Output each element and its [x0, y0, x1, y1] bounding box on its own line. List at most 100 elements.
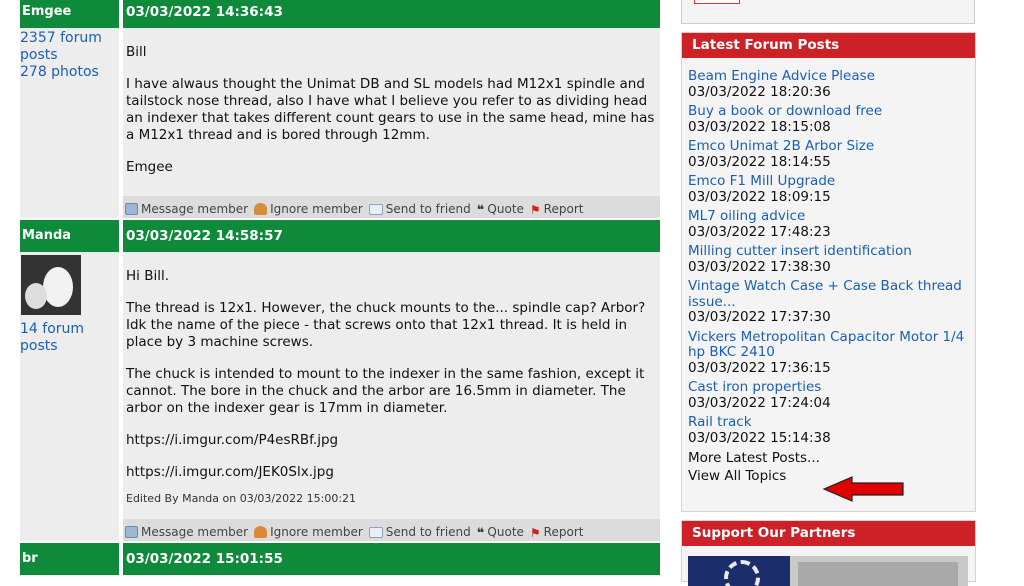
list-item: Emco F1 Mill Upgrade 03/03/2022 18:09:15	[688, 173, 969, 205]
report-label: Report	[543, 202, 584, 216]
latest-post-link[interactable]: ML7 oiling advice	[688, 208, 969, 225]
red-arrow-annotation	[822, 476, 904, 502]
ignore-member-button[interactable]: Ignore member	[254, 525, 363, 539]
partners-title: Support Our Partners	[682, 521, 975, 546]
person-icon	[254, 526, 268, 538]
latest-post-link[interactable]: Vickers Metropolitan Capacitor Motor 1/4…	[688, 329, 969, 361]
post-content: Bill I have alwaus thought the Unimat DB…	[123, 28, 660, 196]
list-item: ML7 oiling advice 03/03/2022 17:48:23	[688, 208, 969, 240]
author-post-count-link[interactable]: 2357 forum posts	[20, 30, 119, 64]
send-to-friend-button[interactable]: Send to friend	[368, 525, 471, 539]
post-actions: Message member Ignore member Send to fri…	[20, 196, 660, 218]
latest-post-link[interactable]: Milling cutter insert identification	[688, 243, 969, 260]
list-item: Rail track 03/03/2022 15:14:38	[688, 414, 969, 446]
latest-posts-title: Latest Forum Posts	[682, 33, 975, 58]
post-body: 14 forum posts Hi Bill. The thread is 12…	[20, 252, 660, 519]
post-paragraph: The chuck is intended to mount to the in…	[126, 366, 645, 416]
post-author[interactable]: Emgee	[20, 0, 119, 28]
latest-post-time: 03/03/2022 17:37:30	[688, 309, 831, 325]
post-date: 03/03/2022 14:36:43	[119, 0, 660, 28]
list-item: Buy a book or download free 03/03/2022 18…	[688, 103, 969, 135]
post-author[interactable]: br	[20, 543, 119, 575]
envelope-icon	[368, 203, 383, 215]
forum-posts: Emgee 03/03/2022 14:36:43 2357 forum pos…	[20, 0, 660, 575]
author-info: 14 forum posts	[20, 252, 119, 519]
latest-post-link[interactable]: Emco F1 Mill Upgrade	[688, 173, 969, 190]
post-date: 03/03/2022 14:58:57	[119, 220, 660, 252]
post-actions: Message member Ignore member Send to fri…	[20, 519, 660, 541]
message-icon	[125, 203, 138, 215]
latest-post-link[interactable]: Vintage Watch Case + Case Back thread is…	[688, 278, 969, 310]
post-link[interactable]: https://i.imgur.com/P4esRBf.jpg	[126, 432, 656, 449]
report-label: Report	[543, 525, 584, 539]
latest-post-link[interactable]: Emco Unimat 2B Arbor Size	[688, 138, 969, 155]
post-paragraph: Hi Bill.	[126, 268, 169, 284]
person-icon	[254, 203, 268, 215]
latest-post-time: 03/03/2022 18:20:36	[688, 83, 831, 100]
quote-icon: ❝	[476, 526, 485, 541]
partners-panel: Support Our Partners	[681, 520, 976, 586]
post-content: Hi Bill. The thread is 12x1. However, th…	[123, 252, 660, 519]
list-item: Vickers Metropolitan Capacitor Motor 1/4…	[688, 329, 969, 377]
latest-post-time: 03/03/2022 17:24:04	[688, 394, 831, 411]
latest-post-time: 03/03/2022 18:14:55	[688, 153, 831, 170]
report-button[interactable]: ⚑ Report	[529, 525, 584, 540]
envelope-icon	[368, 526, 383, 538]
post-header: Manda 03/03/2022 14:58:57	[20, 220, 660, 252]
partner-banner-image[interactable]	[688, 556, 968, 586]
latest-posts-panel: Latest Forum Posts Beam Engine Advice Pl…	[681, 32, 976, 512]
quote-label: Quote	[487, 202, 524, 216]
quote-button[interactable]: ❝ Quote	[476, 202, 524, 218]
post-body: 2357 forum posts 278 photos Bill I have …	[20, 28, 660, 196]
latest-post-link[interactable]: Cast iron properties	[688, 379, 969, 396]
latest-post-link[interactable]: Buy a book or download free	[688, 103, 969, 120]
list-item: Milling cutter insert identification 03/0…	[688, 243, 969, 275]
list-item: Vintage Watch Case + Case Back thread is…	[688, 278, 969, 326]
quote-button[interactable]: ❝ Quote	[476, 525, 524, 541]
author-photos-link[interactable]: 278 photos	[20, 64, 119, 81]
ignore-member-label: Ignore member	[270, 202, 363, 216]
latest-post-time: 03/03/2022 15:14:38	[688, 429, 831, 446]
post-header: br 03/03/2022 15:01:55	[20, 543, 660, 575]
sidebar-top-image	[694, 0, 740, 4]
message-member-button[interactable]: Message member	[125, 525, 248, 539]
post-paragraph: I have alwaus thought the Unimat DB and …	[126, 76, 655, 143]
post-paragraph: Emgee	[126, 159, 173, 175]
report-button[interactable]: ⚑ Report	[529, 202, 584, 217]
quote-label: Quote	[487, 525, 524, 539]
list-item: Cast iron properties 03/03/2022 17:24:04	[688, 379, 969, 411]
latest-post-time: 03/03/2022 18:15:08	[688, 118, 831, 135]
latest-posts-list: Beam Engine Advice Please 03/03/2022 18:2…	[682, 58, 975, 446]
message-member-button[interactable]: Message member	[125, 202, 248, 216]
latest-post-link[interactable]: Beam Engine Advice Please	[688, 68, 969, 85]
latest-post-time: 03/03/2022 17:38:30	[688, 258, 831, 275]
post-paragraph: The thread is 12x1. However, the chuck m…	[126, 300, 646, 350]
sidebar-top-box	[681, 0, 975, 24]
send-to-friend-label: Send to friend	[385, 202, 471, 216]
message-member-label: Message member	[141, 202, 249, 216]
avatar[interactable]	[21, 255, 81, 315]
post-date: 03/03/2022 15:01:55	[119, 543, 660, 575]
ignore-member-button[interactable]: Ignore member	[254, 202, 363, 216]
latest-post-time: 03/03/2022 17:48:23	[688, 223, 831, 240]
flag-icon: ⚑	[529, 526, 541, 540]
more-latest-posts-link[interactable]: More Latest Posts...	[682, 448, 975, 468]
author-info: 2357 forum posts 278 photos	[20, 28, 119, 196]
post-link[interactable]: https://i.imgur.com/JEK0Slx.jpg	[126, 464, 656, 481]
flag-icon: ⚑	[529, 203, 541, 217]
send-to-friend-button[interactable]: Send to friend	[368, 202, 471, 216]
ignore-member-label: Ignore member	[270, 525, 363, 539]
quote-icon: ❝	[476, 203, 485, 218]
list-item: Emco Unimat 2B Arbor Size 03/03/2022 18:1…	[688, 138, 969, 170]
author-post-count-link[interactable]: 14 forum posts	[20, 321, 119, 355]
list-item: Beam Engine Advice Please 03/03/2022 18:2…	[688, 68, 969, 100]
latest-post-link[interactable]: Rail track	[688, 414, 969, 431]
edited-note: Edited By Manda on 03/03/2022 15:00:21	[126, 492, 357, 505]
message-icon	[125, 526, 138, 538]
send-to-friend-label: Send to friend	[385, 525, 471, 539]
post-paragraph: Bill	[126, 44, 147, 60]
message-member-label: Message member	[141, 525, 249, 539]
post-author[interactable]: Manda	[20, 220, 119, 252]
post-header: Emgee 03/03/2022 14:36:43	[20, 0, 660, 28]
latest-post-time: 03/03/2022 17:36:15	[688, 359, 831, 376]
